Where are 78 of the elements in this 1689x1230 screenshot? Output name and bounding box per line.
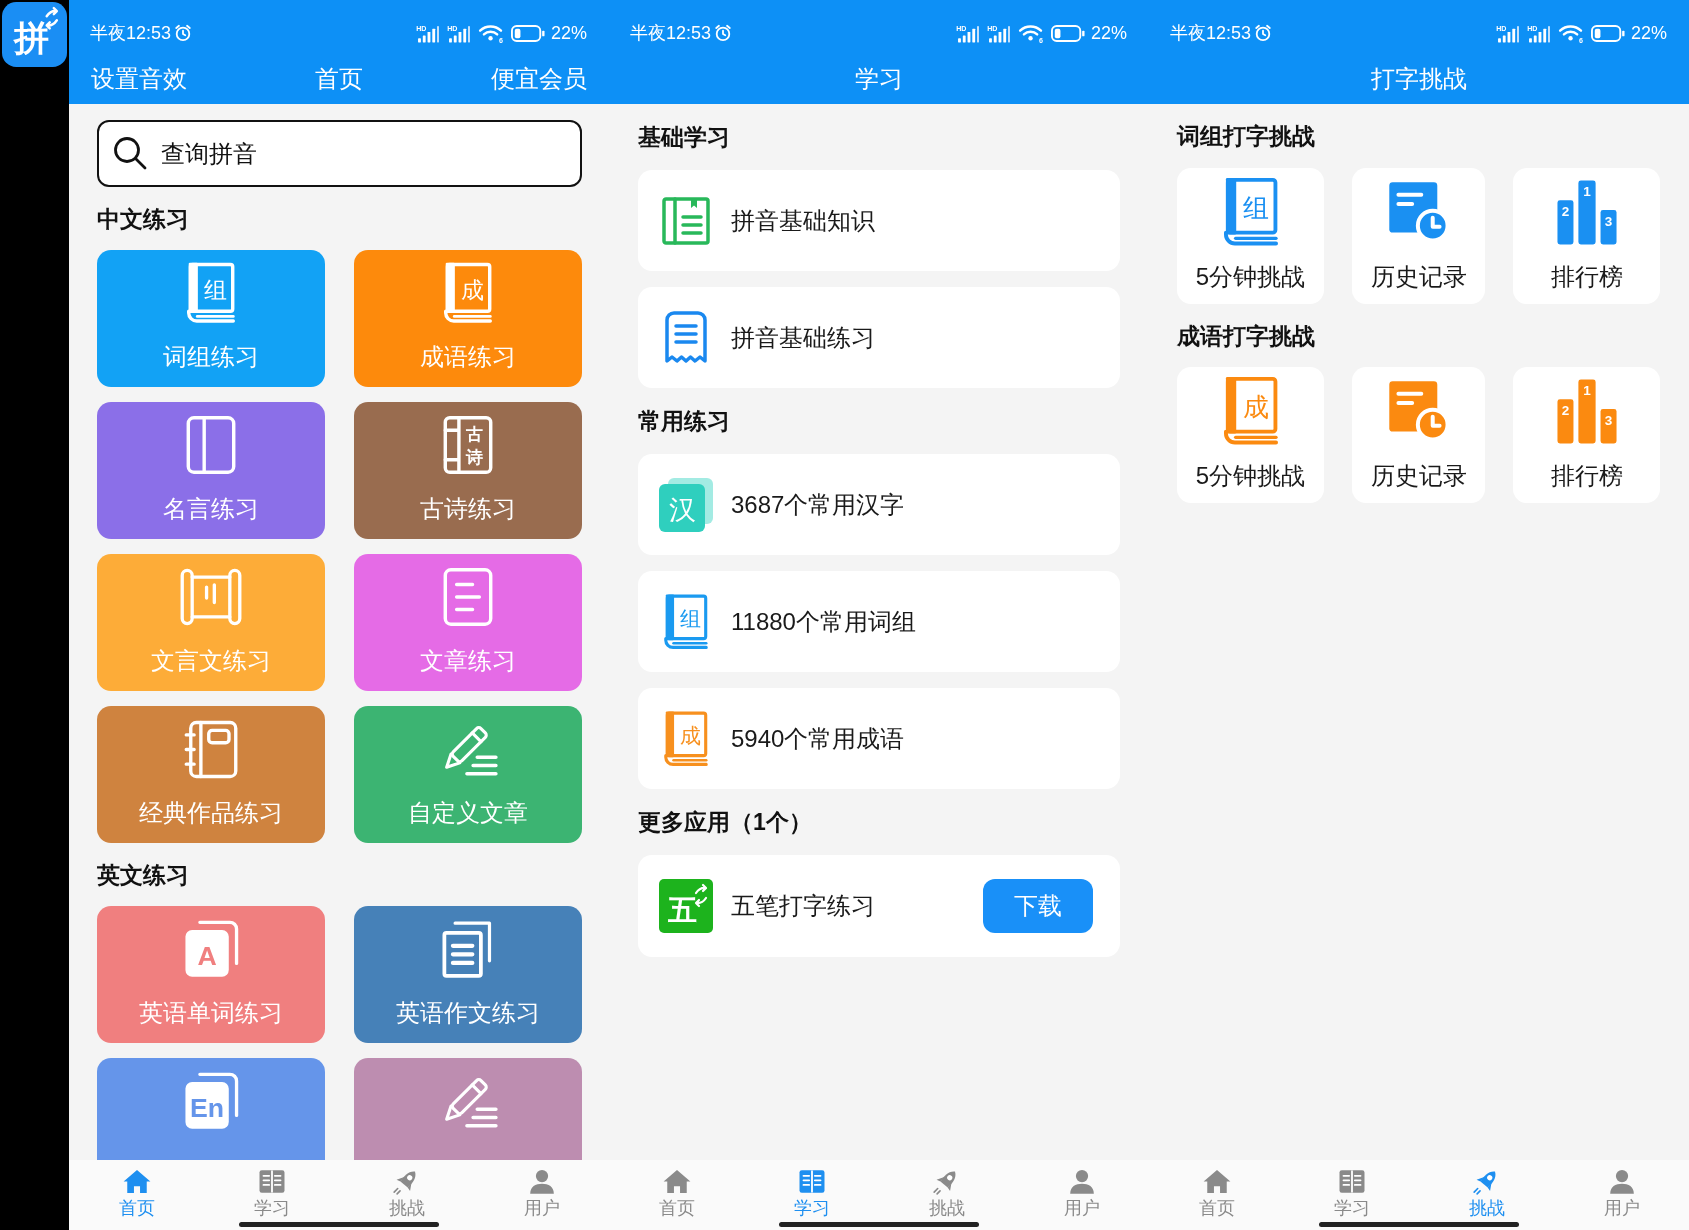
practice-tile[interactable]: 成 成语练习 [354, 250, 582, 387]
status-time: 半夜12:53 [90, 22, 172, 45]
battery-icon [1590, 24, 1625, 42]
nav-tab[interactable]: 用户 [474, 1160, 609, 1230]
battery-percent: 22% [1630, 22, 1667, 45]
study-item[interactable]: 拼音基础练习 [638, 287, 1120, 388]
search-field[interactable]: 查询拼音 [97, 120, 582, 187]
screen-title: 打字挑战 [1371, 64, 1467, 94]
study-item[interactable]: 组 11880个常用词组 [638, 571, 1120, 672]
battery-icon [510, 24, 545, 42]
alarm-icon [1254, 24, 1273, 42]
section-heading: 常用练习 [638, 407, 730, 436]
section-heading: 词组打字挑战 [1177, 122, 1315, 151]
battery-icon [1050, 24, 1085, 42]
alarm-icon [714, 24, 733, 42]
challenge-card[interactable]: 2 1 3 排行榜 [1513, 168, 1660, 304]
user-icon [1608, 1168, 1635, 1195]
status-time: 半夜12:53 [630, 22, 712, 45]
practice-tile[interactable]: 文章练习 [354, 554, 582, 691]
nav-tab[interactable]: 用户 [1554, 1160, 1689, 1230]
practice-tile[interactable]: 古诗 古诗练习 [354, 402, 582, 539]
home-icon [122, 1169, 151, 1194]
search-icon [113, 136, 147, 170]
book-icon [797, 1169, 826, 1194]
section-heading: 更多应用（1个） [638, 808, 812, 837]
section-heading: 英文练习 [97, 860, 189, 890]
practice-tile[interactable]: 自定义文章 [354, 706, 582, 843]
home-icon [662, 1169, 691, 1194]
challenge-card[interactable]: 组 5分钟挑战 [1177, 168, 1324, 304]
challenge-card[interactable]: 历史记录 [1352, 168, 1485, 304]
study-item[interactable]: 拼音基础知识 [638, 170, 1120, 271]
nav-tab[interactable]: 用户 [1014, 1160, 1149, 1230]
document-icon [443, 567, 493, 627]
download-button[interactable]: 下载 [983, 879, 1093, 933]
user-icon [1068, 1168, 1095, 1195]
nav-tab[interactable]: 挑战 [339, 1160, 474, 1230]
book-icon [662, 196, 710, 245]
alarm-icon [174, 24, 193, 42]
user-icon [528, 1168, 555, 1195]
practice-tile[interactable] [354, 1058, 582, 1160]
screen-title: 首页 [315, 64, 363, 94]
practice-tile[interactable]: 组 词组练习 [97, 250, 325, 387]
nav-tab[interactable]: 首页 [69, 1160, 204, 1230]
study-item[interactable]: 成 5940个常用成语 [638, 688, 1120, 789]
nav-tab[interactable]: 挑战 [1419, 1160, 1554, 1230]
challenge-card[interactable]: 成 5分钟挑战 [1177, 367, 1324, 503]
practice-tile[interactable]: 名言练习 [97, 402, 325, 539]
notebook-icon [184, 719, 238, 779]
nav-tab[interactable]: 首页 [609, 1160, 744, 1230]
book-icon [257, 1169, 286, 1194]
practice-tile[interactable]: En [97, 1058, 325, 1160]
challenge-card[interactable]: 历史记录 [1352, 367, 1485, 503]
scroll-icon [180, 568, 242, 626]
book-icon [1337, 1169, 1366, 1194]
study-item[interactable]: 汉 3687个常用汉字 [638, 454, 1120, 555]
section-heading: 成语打字挑战 [1177, 321, 1315, 351]
status-time: 半夜12:53 [1170, 22, 1252, 45]
battery-percent: 22% [1090, 22, 1127, 45]
panel-icon [186, 415, 236, 475]
practice-tile[interactable]: 经典作品练习 [97, 706, 325, 843]
section-heading: 基础学习 [638, 123, 730, 152]
practice-tile[interactable]: 文言文练习 [97, 554, 325, 691]
book-cover-icon: 古诗 [443, 415, 493, 475]
header-action[interactable]: 便宜会员 [491, 63, 587, 95]
receipt-icon [664, 310, 708, 365]
home-icon [1202, 1169, 1231, 1194]
app-name: 五笔打字练习 [731, 891, 876, 921]
screen-title: 学习 [855, 64, 903, 94]
app-icon: 拼 [2, 2, 67, 67]
challenge-card[interactable]: 2 1 3 排行榜 [1513, 367, 1660, 503]
nav-tab[interactable]: 首页 [1149, 1160, 1284, 1230]
nav-tab[interactable]: 挑战 [879, 1160, 1014, 1230]
section-heading: 中文练习 [97, 204, 189, 234]
practice-tile[interactable]: 英语作文练习 [354, 906, 582, 1043]
practice-tile[interactable]: A 英语单词练习 [97, 906, 325, 1043]
battery-percent: 22% [550, 22, 587, 45]
header-action[interactable]: 设置音效 [91, 63, 187, 95]
app-icon: 五 [659, 879, 713, 933]
